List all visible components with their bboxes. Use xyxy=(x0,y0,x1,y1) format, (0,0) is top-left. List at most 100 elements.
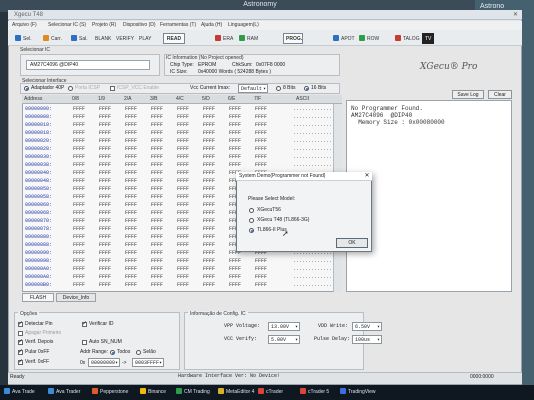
grid-cell[interactable]: FFFF xyxy=(151,281,163,289)
grid-cell[interactable]: FFFF xyxy=(73,257,85,265)
icsp-vcc-checkbox[interactable] xyxy=(110,86,115,91)
grid-cell[interactable]: FFFF xyxy=(99,225,111,233)
grid-cell[interactable]: FFFF xyxy=(203,225,215,233)
vdd-write-select[interactable]: 6.50V xyxy=(352,322,382,331)
grid-row[interactable]: 00000028: FFFF FFFF FFFF FFFF FFFF FFFF FFFF FFF… xyxy=(23,145,341,153)
grid-cell[interactable]: FFFF xyxy=(73,233,85,241)
selected-chip-field[interactable]: AM27C4096 @DIP40 xyxy=(26,60,150,70)
grid-cell[interactable]: FFFF xyxy=(125,113,137,121)
grid-cell[interactable]: FFFF xyxy=(255,257,267,265)
grid-cell[interactable]: FFFF xyxy=(73,193,85,201)
grid-cell[interactable]: FFFF xyxy=(203,273,215,281)
taskbar-item[interactable]: Ava Trader xyxy=(48,387,80,398)
grid-cell[interactable]: FFFF xyxy=(177,145,189,153)
toolbar-play-button[interactable]: PLAY xyxy=(136,33,154,44)
grid-cell[interactable]: FFFF xyxy=(99,209,111,217)
grid-row[interactable]: 00000038: FFFF FFFF FFFF FFFF FFFF FFFF FFFF FFF… xyxy=(23,161,341,169)
grid-cell[interactable]: FFFF xyxy=(229,257,241,265)
grid-cell[interactable]: FFFF xyxy=(151,225,163,233)
grid-cell[interactable]: FFFF xyxy=(73,201,85,209)
grid-cell[interactable]: FFFF xyxy=(177,113,189,121)
toolbar-verify-button[interactable]: VERIFY xyxy=(113,33,137,44)
clear-log-button[interactable]: Clear xyxy=(488,90,512,99)
grid-cell[interactable]: FFFF xyxy=(99,193,111,201)
grid-cell[interactable]: FFFF xyxy=(203,177,215,185)
grid-cell[interactable]: FFFF xyxy=(255,121,267,129)
grid-cell[interactable]: FFFF xyxy=(229,265,241,273)
grid-cell[interactable]: FFFF xyxy=(73,281,85,289)
tab-device-info[interactable]: Device_Info xyxy=(56,293,96,302)
grid-cell[interactable]: FFFF xyxy=(177,249,189,257)
auto-sn-checkbox[interactable] xyxy=(82,340,87,345)
menu-file[interactable]: Arquivo (F) xyxy=(12,21,37,30)
grid-cell[interactable]: FFFF xyxy=(99,217,111,225)
grid-cell[interactable]: FFFF xyxy=(177,169,189,177)
grid-cell[interactable]: FFFF xyxy=(99,233,111,241)
toolbar-select-button[interactable]: Sel. xyxy=(12,33,35,44)
grid-cell[interactable]: FFFF xyxy=(73,153,85,161)
grid-cell[interactable]: FFFF xyxy=(99,137,111,145)
grid-cell[interactable]: FFFF xyxy=(151,217,163,225)
addr-from-input[interactable]: 00000000 xyxy=(88,358,120,367)
grid-cell[interactable]: FFFF xyxy=(255,265,267,273)
grid-cell[interactable]: FFFF xyxy=(229,113,241,121)
grid-cell[interactable]: FFFF xyxy=(99,113,111,121)
grid-cell[interactable]: FFFF xyxy=(99,241,111,249)
verify-id-checkbox[interactable] xyxy=(82,320,87,327)
grid-cell[interactable]: FFFF xyxy=(177,201,189,209)
grid-cell[interactable]: FFFF xyxy=(73,129,85,137)
window-close-icon[interactable]: ✕ xyxy=(498,11,518,19)
grid-cell[interactable]: FFFF xyxy=(203,241,215,249)
grid-cell[interactable]: FFFF xyxy=(203,281,215,289)
grid-cell[interactable]: FFFF xyxy=(125,225,137,233)
grid-cell[interactable]: FFFF xyxy=(203,153,215,161)
grid-cell[interactable]: FFFF xyxy=(125,249,137,257)
grid-cell[interactable]: FFFF xyxy=(203,209,215,217)
grid-cell[interactable]: FFFF xyxy=(125,257,137,265)
grid-cell[interactable]: FFFF xyxy=(229,121,241,129)
grid-cell[interactable]: FFFF xyxy=(203,137,215,145)
toolbar-tv-button[interactable]: TV xyxy=(422,33,435,44)
grid-row[interactable]: 00000098: FFFF FFFF FFFF FFFF FFFF FFFF FFFF FFF… xyxy=(23,257,341,265)
taskbar-item[interactable]: cTrader 5 xyxy=(300,387,329,398)
grid-cell[interactable]: FFFF xyxy=(73,217,85,225)
grid-cell[interactable]: FFFF xyxy=(255,105,267,113)
verify-ff-checkbox[interactable] xyxy=(18,358,23,365)
grid-cell[interactable]: FFFF xyxy=(151,161,163,169)
grid-cell[interactable]: FFFF xyxy=(125,281,137,289)
grid-cell[interactable]: FFFF xyxy=(125,265,137,273)
vcc-verify-select[interactable]: 5.00V xyxy=(268,335,300,344)
grid-cell[interactable]: FFFF xyxy=(151,129,163,137)
grid-row[interactable]: 00000010: FFFF FFFF FFFF FFFF FFFF FFFF FFFF FFF… xyxy=(23,121,341,129)
grid-cell[interactable]: FFFF xyxy=(229,281,241,289)
radio-addr-all[interactable] xyxy=(110,350,115,355)
grid-cell[interactable]: FFFF xyxy=(151,249,163,257)
grid-row[interactable]: 00000030: FFFF FFFF FFFF FFFF FFFF FFFF FFFF FFF… xyxy=(23,153,341,161)
grid-cell[interactable]: FFFF xyxy=(73,209,85,217)
grid-cell[interactable]: FFFF xyxy=(177,153,189,161)
grid-cell[interactable]: FFFF xyxy=(151,121,163,129)
grid-cell[interactable]: FFFF xyxy=(151,265,163,273)
grid-cell[interactable]: FFFF xyxy=(99,145,111,153)
grid-cell[interactable]: FFFF xyxy=(177,273,189,281)
grid-cell[interactable]: FFFF xyxy=(125,273,137,281)
vpp-select[interactable]: 13.00V xyxy=(268,322,300,331)
grid-cell[interactable]: FFFF xyxy=(203,121,215,129)
menu-tools[interactable]: Ferramentas (T) xyxy=(160,21,196,30)
grid-cell[interactable]: FFFF xyxy=(151,241,163,249)
toolbar-blank-button[interactable]: BLANK xyxy=(92,33,114,44)
grid-cell[interactable]: FFFF xyxy=(125,105,137,113)
grid-cell[interactable]: FFFF xyxy=(151,193,163,201)
grid-cell[interactable]: FFFF xyxy=(203,233,215,241)
grid-row[interactable]: 00000020: FFFF FFFF FFFF FFFF FFFF FFFF FFFF FFF… xyxy=(23,137,341,145)
grid-cell[interactable]: FFFF xyxy=(177,209,189,217)
toolbar-ram-button[interactable]: RAM xyxy=(236,33,261,44)
radio-8-bits[interactable] xyxy=(276,86,281,91)
radio-16-bits[interactable] xyxy=(304,86,309,91)
grid-cell[interactable]: FFFF xyxy=(151,153,163,161)
grid-cell[interactable]: FFFF xyxy=(255,153,267,161)
taskbar-item[interactable]: cTrader xyxy=(258,387,283,398)
grid-cell[interactable]: FFFF xyxy=(203,105,215,113)
save-log-button[interactable]: Save Log xyxy=(452,90,484,99)
grid-cell[interactable]: FFFF xyxy=(125,169,137,177)
